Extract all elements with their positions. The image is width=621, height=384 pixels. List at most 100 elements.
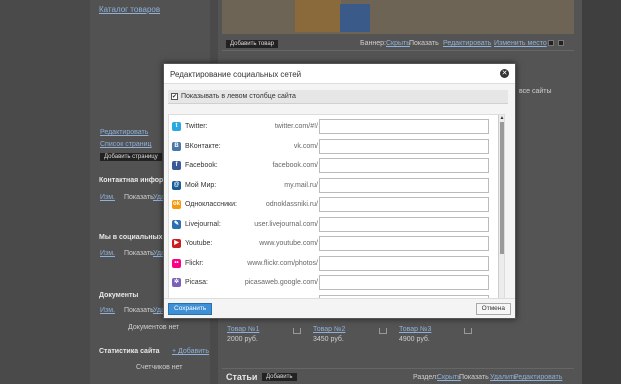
show-in-column-label: Показывать в левом столбце сайта	[181, 93, 296, 100]
product-2-price: 3450 руб.	[313, 336, 344, 343]
documents-edit-link[interactable]: Изм.	[100, 307, 115, 314]
all-sites-text: все сайты	[519, 88, 552, 95]
vk-icon: B	[172, 141, 181, 151]
articles-title: Статьи	[226, 372, 258, 382]
network-username-input[interactable]	[319, 138, 489, 154]
dialog-footer: Сохранить Отмена	[164, 298, 515, 318]
stats-title: Статистика сайта	[99, 348, 160, 355]
product-3-price: 4900 руб.	[399, 336, 430, 343]
social-network-row: ok Одноклассники: odnoklassniki.ru/	[169, 196, 506, 215]
network-username-input[interactable]	[319, 236, 489, 251]
picasa-icon: ✲	[172, 278, 181, 287]
network-username-input[interactable]	[319, 177, 489, 193]
documents-title: Документы	[99, 292, 139, 299]
network-name: Youtube:	[185, 240, 213, 247]
product-1-price: 2000 руб.	[227, 336, 258, 343]
edit-page-link[interactable]: Редактировать	[100, 129, 148, 136]
network-username-input[interactable]	[319, 255, 489, 271]
banner-box-orange	[295, 0, 341, 32]
banner-edit-link[interactable]: Редактировать	[443, 40, 491, 47]
right-rail	[582, 0, 621, 384]
network-url-prefix: my.mail.ru/	[284, 181, 318, 189]
network-name: Twitter:	[185, 123, 208, 130]
product-3-name[interactable]: Товар №3	[399, 326, 431, 333]
banner-show-link[interactable]: Показать	[409, 40, 439, 47]
cart-icon[interactable]	[464, 328, 472, 334]
section-delete-link[interactable]: Удалить	[490, 374, 517, 381]
network-url-prefix: www.flickr.com/photos/	[247, 259, 318, 267]
network-name: Picasa:	[185, 279, 208, 286]
social-networks-list: ▲ ▼ tTwitter:twitter.com/#!/BВКонтакте:v…	[168, 114, 505, 298]
documents-empty-text: Документов нет	[128, 324, 180, 331]
catalog-link[interactable]: Каталог товаров	[99, 5, 160, 14]
social-network-row: @ Мой Мир: my.mail.ru/	[169, 177, 506, 196]
banner-up-icon[interactable]	[558, 40, 564, 46]
network-name: Одноклассники:	[185, 201, 237, 208]
product-2-name[interactable]: Товар №2	[313, 326, 345, 333]
network-username-input[interactable]	[319, 216, 489, 232]
social-network-row: •• Flickr: www.flickr.com/photos/	[169, 255, 506, 274]
network-name: Flickr:	[185, 259, 204, 267]
contact-show-link[interactable]: Показать	[124, 194, 154, 201]
cart-icon[interactable]	[379, 328, 387, 334]
banner-image	[222, 0, 574, 34]
section-edit-link[interactable]: Редактировать	[514, 374, 562, 381]
banner-move-link[interactable]: Изменить место	[494, 40, 547, 47]
stats-empty-text: Счетчиков нет	[136, 364, 183, 371]
social-network-row: ✎ Livejournal: user.livejournal.com/	[169, 216, 506, 235]
odnoklassniki-icon: ok	[172, 200, 181, 209]
social-network-row: ▶ Youtube: www.youtube.com/	[169, 235, 506, 254]
network-name: Facebook:	[185, 162, 218, 169]
mymir-icon: @	[172, 180, 181, 190]
social-network-row: ✲ Picasa: picasaweb.google.com/	[169, 274, 506, 293]
dialog-body: ✔ Показывать в левом столбце сайта ▲ ▼ t…	[164, 84, 515, 298]
save-button[interactable]: Сохранить	[168, 303, 213, 315]
show-in-column-row[interactable]: ✔ Показывать в левом столбце сайта	[168, 90, 508, 104]
contact-edit-link[interactable]: Изм.	[100, 194, 115, 201]
dialog-title: Редактирование социальных сетей	[170, 70, 302, 79]
banner-hide-link[interactable]: Скрыть	[386, 40, 410, 47]
network-name: ВКонтакте:	[185, 142, 221, 150]
livejournal-icon: ✎	[172, 219, 181, 229]
network-username-input[interactable]	[319, 158, 489, 173]
network-url-prefix: user.livejournal.com/	[254, 220, 318, 228]
articles-add-button[interactable]: Добавить	[262, 373, 297, 381]
add-goods-button[interactable]: Добавить товар	[226, 40, 278, 48]
cancel-button[interactable]: Отмена	[475, 303, 511, 315]
section-label: Раздел:	[413, 374, 439, 381]
divider	[222, 50, 574, 51]
network-url-prefix: vk.com/	[293, 142, 318, 150]
social-network-row: f Facebook: facebook.com/	[169, 157, 506, 176]
network-url-prefix: facebook.com/	[272, 162, 318, 169]
banner-label: Баннер:	[360, 40, 386, 47]
dialog-header: Редактирование социальных сетей ✕	[164, 64, 515, 84]
network-url-prefix: picasaweb.google.com/	[244, 279, 318, 286]
network-name: Мой Мир:	[185, 181, 217, 189]
twitter-icon: t	[172, 122, 181, 131]
network-name: Livejournal:	[185, 220, 221, 228]
social-network-row: B ВКонтакте: vk.com/	[169, 138, 506, 157]
network-username-input[interactable]	[319, 275, 489, 290]
banner-down-icon[interactable]	[548, 40, 554, 46]
flickr-icon: ••	[172, 258, 181, 268]
network-url-prefix: odnoklassniki.ru/	[265, 201, 318, 208]
page-list-link[interactable]: Список страниц	[100, 141, 152, 148]
network-username-input[interactable]	[319, 119, 489, 134]
close-icon[interactable]: ✕	[500, 69, 509, 78]
stats-add-link[interactable]: + Добавить	[172, 348, 209, 355]
show-in-column-checkbox[interactable]: ✔	[171, 93, 178, 100]
social-show-link[interactable]: Показать	[124, 250, 154, 257]
section-show-link[interactable]: Показать	[459, 374, 489, 381]
cart-icon[interactable]	[293, 328, 301, 334]
documents-show-link[interactable]: Показать	[124, 307, 154, 314]
social-edit-link[interactable]: Изм.	[100, 250, 115, 257]
network-username-input[interactable]	[319, 197, 489, 212]
section-hide-link[interactable]: Скрыть	[437, 374, 461, 381]
network-url-prefix: www.youtube.com/	[259, 240, 318, 247]
youtube-icon: ▶	[172, 239, 181, 248]
banner-box-blue	[340, 4, 370, 32]
add-page-button[interactable]: Добавить страницу	[100, 153, 162, 161]
network-url-prefix: twitter.com/#!/	[274, 123, 318, 130]
social-network-row: t Twitter: twitter.com/#!/	[169, 118, 506, 137]
product-1-name[interactable]: Товар №1	[227, 326, 259, 333]
